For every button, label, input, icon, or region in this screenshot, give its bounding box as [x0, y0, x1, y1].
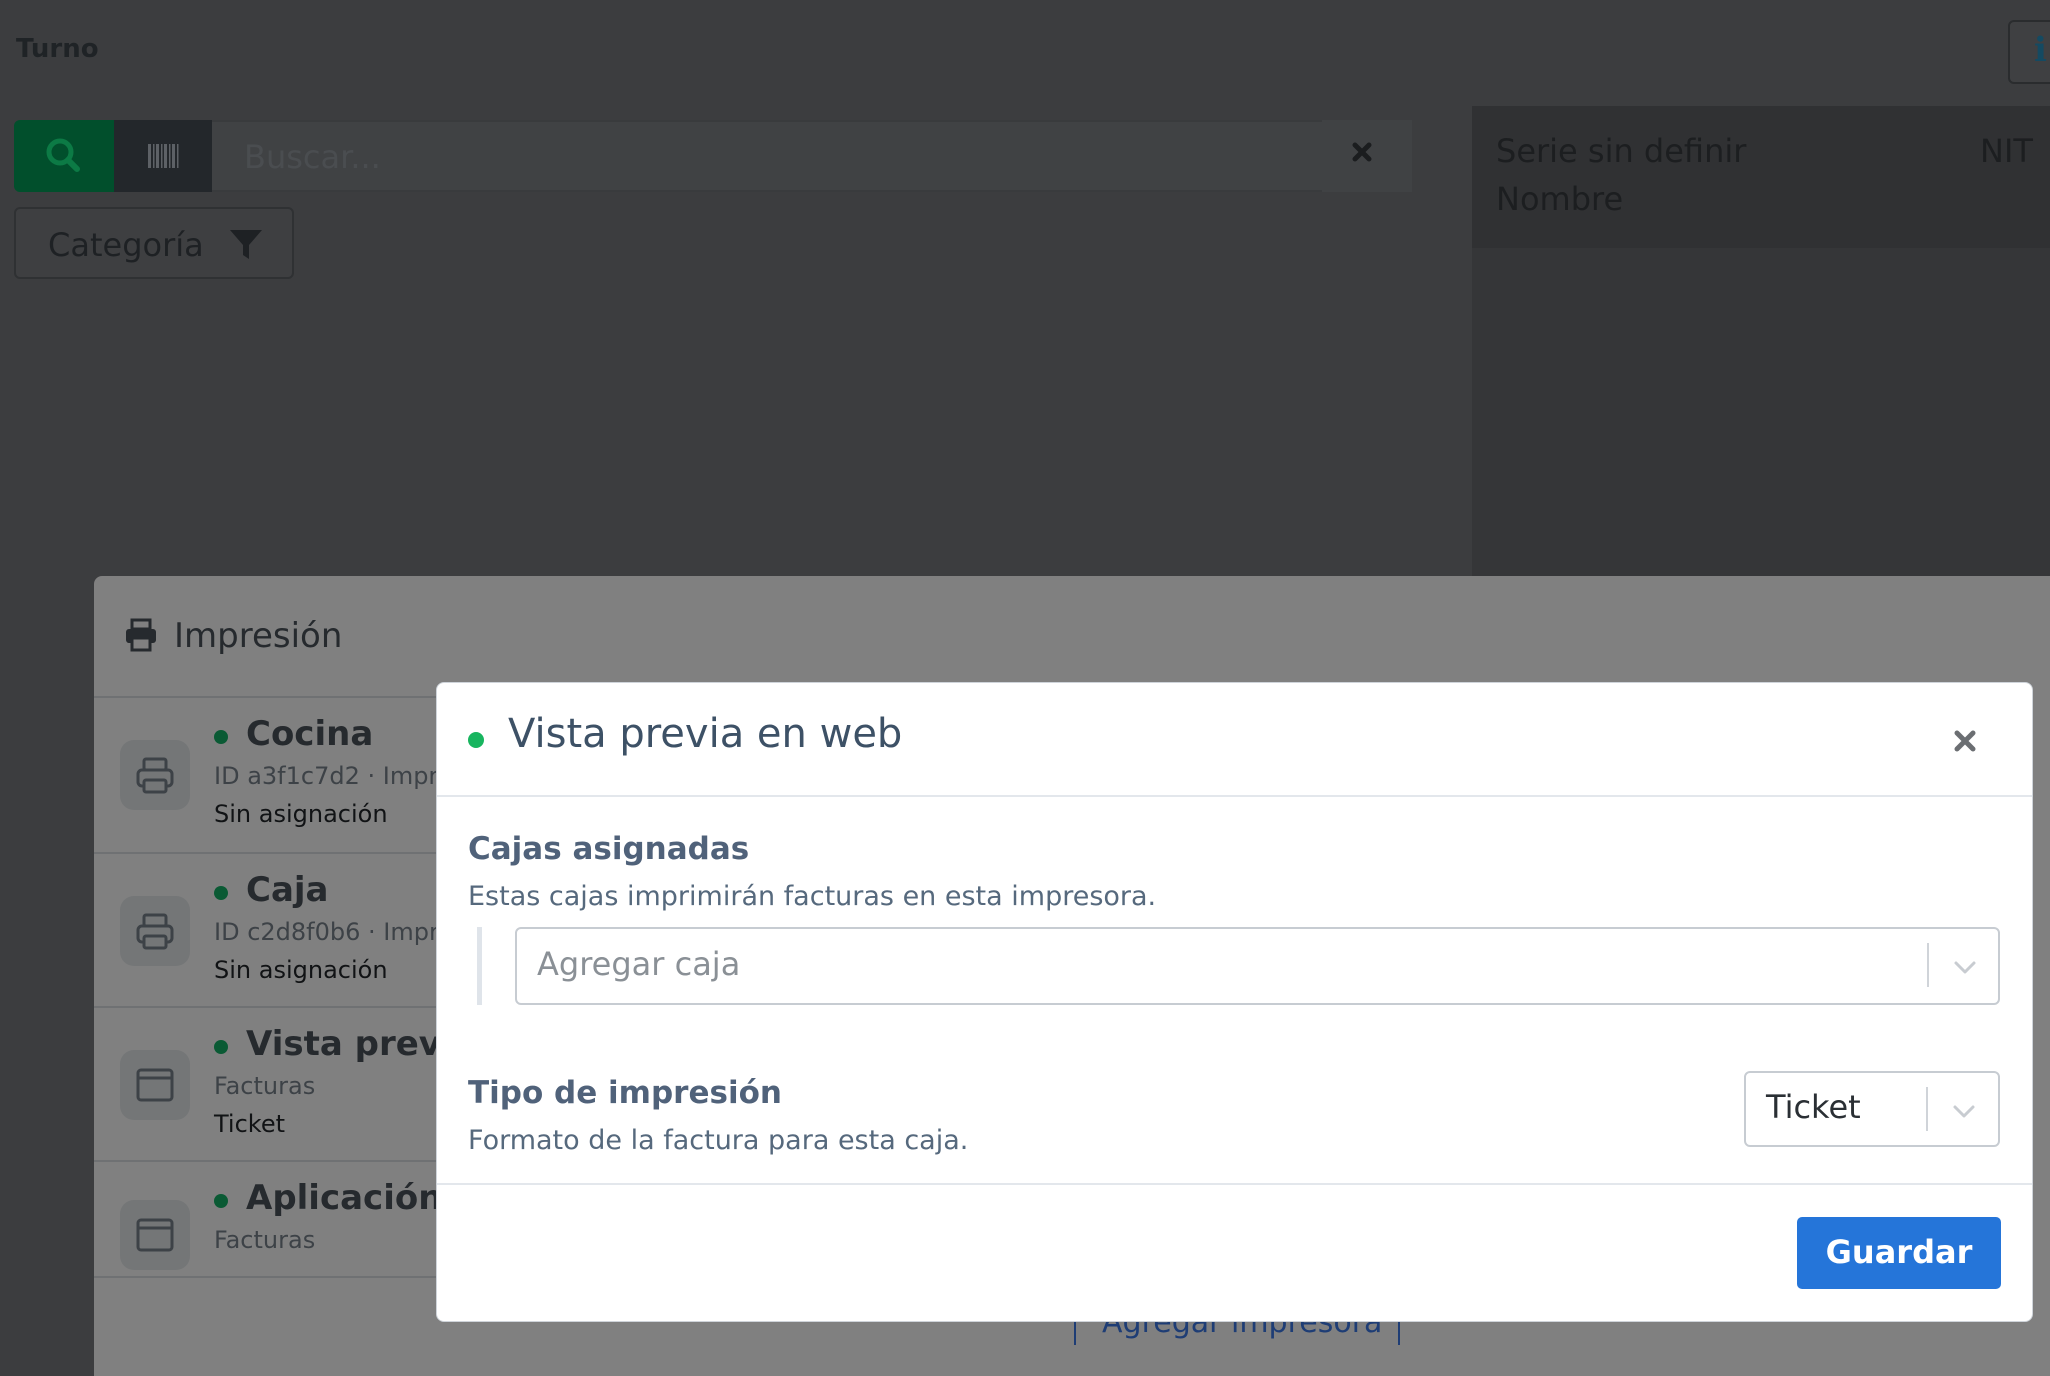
info-icon: i [2034, 30, 2047, 70]
barcode-icon [148, 144, 179, 168]
search-input[interactable]: Buscar... [212, 120, 1322, 192]
printer-row-aplicacion[interactable]: Aplicación de Facturas [94, 1162, 502, 1276]
printer-name: Caja [246, 870, 329, 910]
info-button[interactable]: i [2008, 20, 2050, 84]
assigned-boxes-heading: Cajas asignadas [468, 831, 750, 867]
status-dot [214, 730, 228, 744]
filter-icon [230, 230, 262, 259]
printer-row-caja[interactable]: Caja ID c2d8f0b6 · Impres Sin asignación [94, 854, 466, 1006]
printer-row-cocina[interactable]: Cocina ID a3f1c7d2 · Impres Sin asignaci… [94, 698, 465, 854]
save-button[interactable]: Guardar [1797, 1217, 2001, 1289]
indent-bar [477, 927, 482, 1005]
status-dot [214, 1040, 228, 1054]
assigned-boxes-description: Estas cajas imprimirán facturas en esta … [468, 881, 1157, 912]
printer-id: ID a3f1c7d2 · Impres [214, 762, 466, 790]
browser-window-icon [120, 1050, 190, 1120]
select-separator [1926, 1087, 1928, 1131]
category-label: Categoría [48, 226, 204, 264]
barcode-button[interactable] [114, 120, 212, 192]
close-icon [1954, 730, 1976, 752]
status-dot [468, 732, 484, 748]
close-icon [1352, 142, 1372, 162]
printing-panel-title: Impresión [174, 616, 343, 656]
printer-id: ID c2d8f0b6 · Impres [214, 918, 466, 946]
modal-title: Vista previa en web [508, 711, 903, 757]
printer-settings-modal: Vista previa en web Cajas asignadas Esta… [436, 682, 2033, 1322]
print-type-heading: Tipo de impresión [468, 1075, 782, 1111]
invoice-series: Serie sin definir [1496, 132, 1747, 170]
status-dot [214, 1194, 228, 1208]
printer-icon [126, 618, 156, 652]
name-label: Nombre [1496, 180, 1624, 218]
divider [94, 1276, 454, 1278]
print-type-select[interactable]: Ticket [1744, 1071, 2000, 1147]
search-button[interactable] [14, 120, 114, 192]
invoice-header: Serie sin definir NIT Nombre [1472, 106, 2050, 248]
modal-close-button[interactable] [1943, 719, 1987, 763]
printer-name: Cocina [246, 714, 374, 754]
printer-type: Facturas [214, 1226, 316, 1254]
printer-assignment: Sin asignación [214, 800, 388, 828]
chevron-down-icon [1953, 1105, 1975, 1118]
category-filter-button[interactable]: Categoría [14, 207, 294, 279]
nit-label: NIT [1980, 132, 2033, 170]
search-icon [46, 138, 80, 172]
page-title: Turno [16, 34, 99, 64]
selected-print-type: Ticket [1766, 1088, 1861, 1126]
print-type-description: Formato de la factura para esta caja. [468, 1125, 969, 1156]
printer-icon [120, 896, 190, 966]
add-box-select[interactable]: Agregar caja [515, 927, 2000, 1005]
printer-assignment: Sin asignación [214, 956, 388, 984]
status-dot [214, 886, 228, 900]
printer-row-vista-previa[interactable]: Vista previa Facturas Ticket [94, 1008, 476, 1160]
printer-icon [120, 740, 190, 810]
select-placeholder: Agregar caja [537, 945, 741, 983]
clear-search-button[interactable] [1322, 120, 1412, 192]
select-separator [1927, 943, 1929, 987]
printer-type: Facturas [214, 1072, 316, 1100]
divider [437, 795, 2032, 797]
browser-window-icon [120, 1200, 190, 1270]
printer-format: Ticket [214, 1110, 286, 1138]
divider [437, 1183, 2032, 1185]
chevron-down-icon [1954, 961, 1976, 974]
